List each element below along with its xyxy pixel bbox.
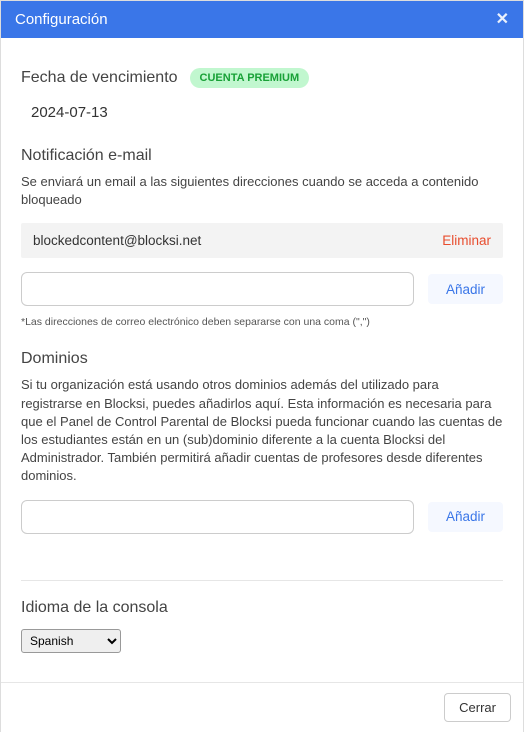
- email-address-value: blockedcontent@blocksi.net: [33, 233, 201, 248]
- email-section-title: Notificación e-mail: [21, 147, 503, 165]
- domain-add-row: Añadir: [21, 500, 503, 534]
- separator: [21, 580, 503, 581]
- email-helper-text: *Las direcciones de correo electrónico d…: [21, 316, 503, 328]
- modal-body: Fecha de vencimiento CUENTA PREMIUM 2024…: [1, 38, 523, 671]
- expiry-date: 2024-07-13: [31, 104, 503, 121]
- add-domain-button[interactable]: Añadir: [428, 502, 503, 532]
- expiry-row: Fecha de vencimiento CUENTA PREMIUM: [21, 68, 503, 88]
- expiry-label: Fecha de vencimiento: [21, 69, 178, 87]
- modal-header: Configuración ✕: [1, 1, 523, 38]
- add-email-button[interactable]: Añadir: [428, 274, 503, 304]
- delete-email-link[interactable]: Eliminar: [442, 233, 491, 248]
- email-section-desc: Se enviará un email a las siguientes dir…: [21, 173, 503, 209]
- language-select[interactable]: Spanish: [21, 629, 121, 653]
- premium-badge: CUENTA PREMIUM: [190, 68, 310, 88]
- domains-section-title: Dominios: [21, 350, 503, 368]
- language-section-title: Idioma de la consola: [21, 599, 503, 617]
- domains-section-desc: Si tu organización está usando otros dom…: [21, 376, 503, 485]
- email-input[interactable]: [21, 272, 414, 306]
- close-icon[interactable]: ✕: [496, 12, 509, 28]
- email-entry-row: blockedcontent@blocksi.net Eliminar: [21, 223, 503, 258]
- modal-footer: Cerrar: [1, 682, 523, 732]
- domain-input[interactable]: [21, 500, 414, 534]
- email-add-row: Añadir: [21, 272, 503, 306]
- modal-title: Configuración: [15, 11, 108, 28]
- close-button[interactable]: Cerrar: [444, 693, 511, 722]
